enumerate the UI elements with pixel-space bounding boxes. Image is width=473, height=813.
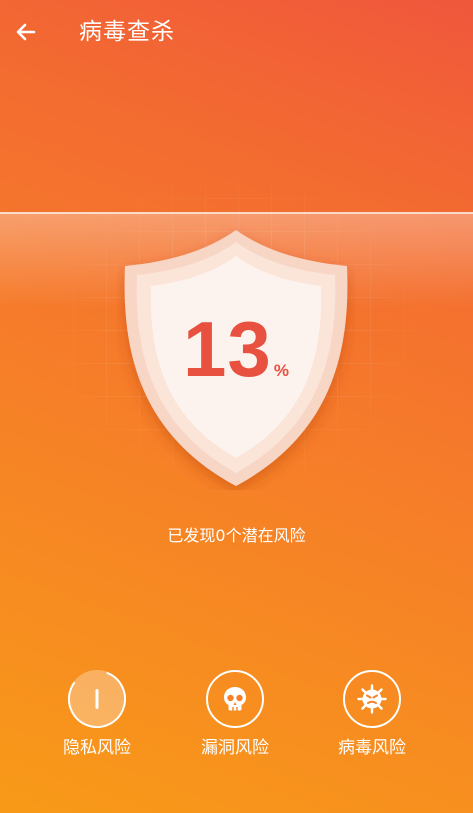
privacy-risk-label: 隐私风险 — [63, 738, 131, 758]
arrow-left-icon — [16, 23, 36, 41]
virus-risk-circle — [343, 670, 401, 728]
vulnerability-risk-label: 漏洞风险 — [201, 738, 269, 758]
percent-value: 13 — [183, 305, 272, 393]
virus-risk-label: 病毒风险 — [338, 738, 406, 758]
shield-progress: 13% — [117, 226, 355, 490]
scan-percentage: 13% — [117, 304, 355, 394]
privacy-risk-circle — [68, 670, 126, 728]
skull-icon — [224, 687, 246, 711]
virus-scan-screen: 病毒查杀 13% 已发现0个潜在风险 隐私风险 漏洞风险 病毒风险 — [0, 0, 473, 813]
vulnerability-risk-item[interactable]: 漏洞风险 — [170, 670, 300, 760]
virus-risk-item[interactable]: 病毒风险 — [307, 670, 437, 760]
scan-status-text: 已发现0个潜在风险 — [167, 526, 306, 545]
privacy-risk-item[interactable]: 隐私风险 — [32, 670, 162, 760]
top-bar: 病毒查杀 — [0, 0, 473, 66]
page-title: 病毒查杀 — [79, 19, 175, 45]
scan-line — [0, 212, 473, 214]
scan-progress-ring — [68, 670, 126, 728]
virus-icon — [357, 684, 387, 714]
back-button[interactable] — [8, 14, 44, 50]
percent-unit: % — [273, 361, 289, 380]
vulnerability-risk-circle — [206, 670, 264, 728]
